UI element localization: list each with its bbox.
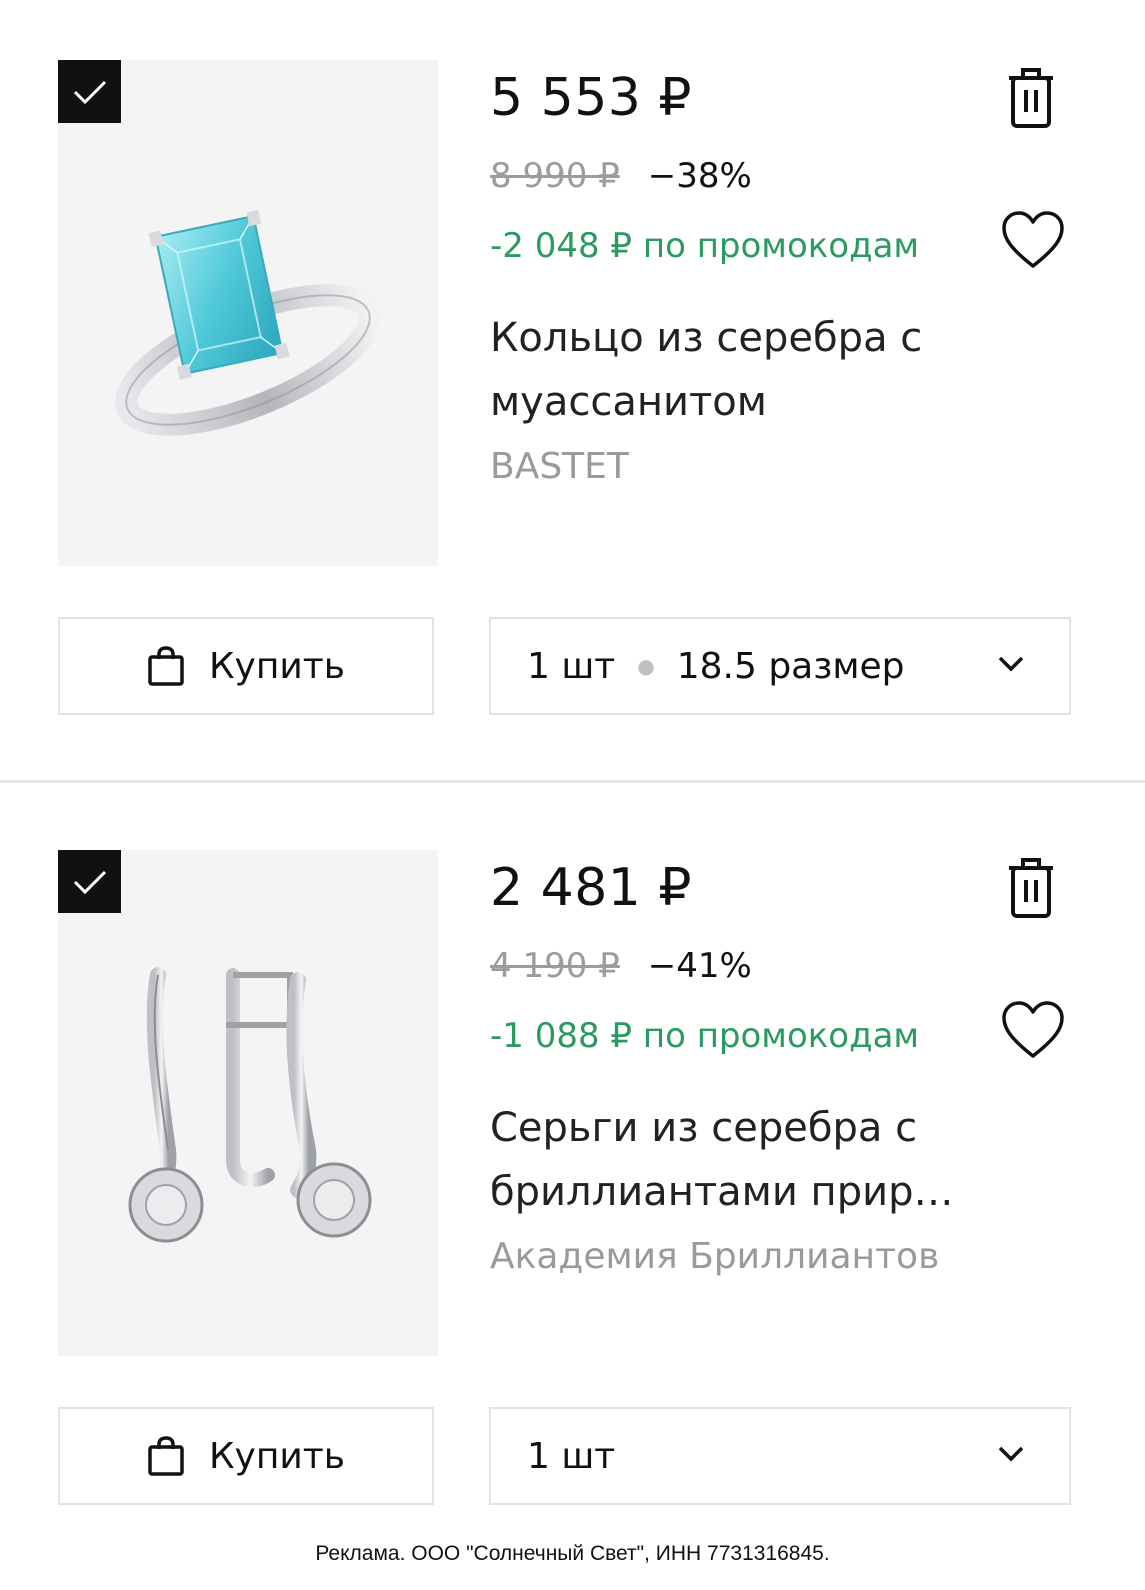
shopping-bag-icon <box>148 646 184 686</box>
current-price: 2 481 ₽ <box>490 858 692 918</box>
old-price: 8 990 ₽ <box>490 156 620 196</box>
current-price: 5 553 ₽ <box>490 68 692 128</box>
buy-label: Купить <box>209 645 345 687</box>
chevron-down-icon <box>998 656 1024 672</box>
shopping-bag-icon <box>148 1436 184 1476</box>
price-row: 8 990 ₽ −38% <box>490 156 752 196</box>
discount-badge: −41% <box>647 946 752 986</box>
check-icon <box>73 870 106 894</box>
trash-icon[interactable] <box>1003 854 1059 920</box>
product-image[interactable] <box>58 850 438 1356</box>
quantity-size-select[interactable]: 1 шт ● 18.5 размер <box>489 617 1071 715</box>
buy-button[interactable]: Купить <box>58 617 434 715</box>
brand-name[interactable]: BASTET <box>490 446 629 487</box>
promo-discount: -2 048 ₽ по промокодам <box>490 226 920 266</box>
cart-item: 5 553 ₽ 8 990 ₽ −38% -2 048 ₽ по промоко… <box>0 0 1145 790</box>
select-checkbox[interactable] <box>58 850 121 913</box>
ad-disclaimer: Реклама. ООО "Солнечный Свет", ИНН 77313… <box>315 1542 830 1565</box>
product-title[interactable]: Серьги из серебра с бриллиантами прир… <box>490 1096 990 1224</box>
product-title[interactable]: Кольцо из серебра с муассанитом <box>490 306 990 434</box>
old-price: 4 190 ₽ <box>490 946 620 986</box>
buy-label: Купить <box>209 1435 345 1477</box>
separator-dot: ● <box>637 654 655 678</box>
heart-icon[interactable] <box>1000 210 1066 270</box>
chevron-down-icon <box>998 1446 1024 1462</box>
buy-button[interactable]: Купить <box>58 1407 434 1505</box>
brand-name[interactable]: Академия Бриллиантов <box>490 1236 939 1277</box>
ring-image <box>115 209 381 436</box>
heart-icon[interactable] <box>1000 1000 1066 1060</box>
item-divider <box>0 780 1145 783</box>
price-row: 4 190 ₽ −41% <box>490 946 752 986</box>
product-image[interactable] <box>58 60 438 566</box>
select-checkbox[interactable] <box>58 60 121 123</box>
trash-icon[interactable] <box>1003 64 1059 130</box>
discount-badge: −38% <box>647 156 752 196</box>
earrings-image <box>128 967 372 1243</box>
quantity-value: 1 шт <box>527 645 616 687</box>
quantity-value: 1 шт <box>527 1435 616 1477</box>
cart-item: 2 481 ₽ 4 190 ₽ −41% -1 088 ₽ по промоко… <box>0 790 1145 1580</box>
size-value: 18.5 размер <box>676 645 905 687</box>
check-icon <box>73 80 106 104</box>
promo-discount: -1 088 ₽ по промокодам <box>490 1016 920 1056</box>
quantity-select[interactable]: 1 шт <box>489 1407 1071 1505</box>
